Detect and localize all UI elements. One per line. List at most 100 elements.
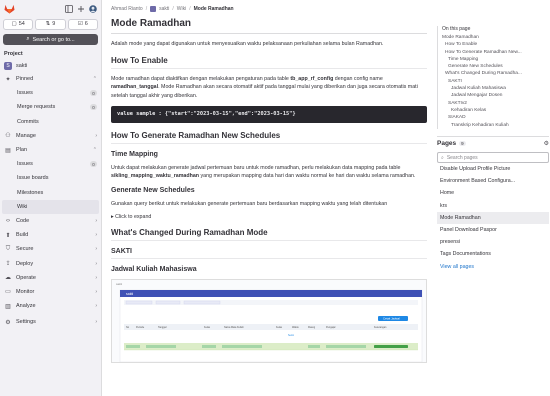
table-of-contents: On this page Mode Ramadhan How To Enable…: [437, 26, 547, 129]
breadcrumb-separator: /: [172, 5, 174, 12]
pages-header: Pages 9 ⚙: [437, 136, 549, 148]
breadcrumb-item[interactable]: Wiki: [177, 6, 186, 12]
toc-item[interactable]: SAKTIv2: [442, 100, 547, 107]
breadcrumb-item[interactable]: Ahmad Rianto: [111, 6, 143, 12]
text: Mode ramadhan dapat diaktifkan dengan me…: [111, 76, 291, 83]
rocket-icon: ⬆: [5, 232, 11, 239]
sidebar-item-commits[interactable]: Commits: [0, 115, 101, 129]
sidebar-item-issues-pinned[interactable]: Issues 0: [0, 86, 101, 100]
sidebar-item-settings[interactable]: ⚙ Settings ›: [0, 315, 101, 329]
search-icon: ⌕: [441, 154, 444, 161]
issues-counter[interactable]: ▢ 54: [3, 18, 34, 30]
pages-count-badge: 9: [459, 141, 466, 146]
toc-item[interactable]: Jadwal Mengajar Dosen: [442, 92, 547, 99]
breadcrumb-item[interactable]: sakti: [159, 6, 169, 12]
sidebar-project[interactable]: S sakti: [0, 59, 101, 72]
toc-item[interactable]: Generate New Schedules: [442, 63, 547, 70]
sidebar-toggle-icon[interactable]: [65, 4, 73, 13]
search-button-label: Search or go to...: [32, 36, 75, 43]
page-link[interactable]: presensi: [437, 236, 549, 248]
config-name: ramadhan_tanggal: [111, 84, 159, 91]
gitlab-logo-icon[interactable]: [4, 4, 15, 14]
plus-icon[interactable]: [77, 5, 85, 13]
heading-how-to-generate: How To Generate Ramadhan New Schedules: [111, 131, 427, 144]
sidebar-item-operate[interactable]: ☁ Operate ›: [0, 271, 101, 285]
breadcrumb-separator: /: [189, 5, 191, 12]
todos-counter[interactable]: ☑ 6: [67, 18, 98, 30]
issues-icon: ▢: [11, 21, 17, 27]
svg-text:Senin: Senin: [288, 334, 295, 337]
chevron-right-icon: ›: [95, 303, 97, 310]
sidebar-item-deploy[interactable]: ⇪ Deploy ›: [0, 256, 101, 270]
toc-item[interactable]: Mode Ramadhan: [442, 34, 547, 41]
sidebar-item-build[interactable]: ⬆ Build ›: [0, 228, 101, 242]
page-link[interactable]: krs: [437, 200, 549, 212]
sidebar-item-code[interactable]: ‹› Code ›: [0, 214, 101, 228]
sidebar-item-label: Wiki: [17, 203, 28, 210]
search-button[interactable]: ⌕ Search or go to...: [3, 34, 98, 45]
merge-requests-counter[interactable]: ⇅ 9: [35, 18, 66, 30]
svg-text:Waktu: Waktu: [292, 326, 299, 329]
page-link[interactable]: Environment Based Configura...: [437, 175, 549, 187]
sidebar-item-milestones[interactable]: Milestones: [0, 186, 101, 200]
page-title: Mode Ramadhan: [111, 18, 427, 34]
toc-item[interactable]: How To Generate Ramadhan New...: [442, 49, 547, 56]
toc-item[interactable]: Transkrip Kehadiran Kuliah: [442, 122, 547, 129]
heading-whats-changed: What's Changed During Ramadhan Mode: [111, 228, 427, 242]
text: yang merupakan mapping data hari dan wak…: [199, 173, 416, 180]
chevron-right-icon: ›: [95, 246, 97, 253]
svg-text:Kelas: Kelas: [276, 326, 283, 329]
embedded-screenshot[interactable]: sakti sakti Cetak Jadwal No Periode Tangga…: [111, 279, 427, 364]
pages-search-input[interactable]: ⌕ Search pages: [437, 152, 549, 163]
chevron-right-icon: ›: [95, 232, 97, 239]
chevron-right-icon: ›: [95, 319, 97, 326]
sidebar-item-wiki[interactable]: Wiki: [2, 199, 99, 214]
sidebar-item-label: Analyze: [16, 303, 36, 310]
sidebar-item-monitor[interactable]: ▭ Monitor ›: [0, 285, 101, 299]
svg-text:Pengajar: Pengajar: [326, 326, 336, 329]
toc-item[interactable]: How To Enable: [442, 41, 547, 48]
sidebar-item-issues[interactable]: Issues 0: [0, 157, 101, 171]
toc-item[interactable]: Kehadiran Kelas: [442, 107, 547, 114]
user-avatar-icon[interactable]: [89, 4, 97, 13]
page-link[interactable]: Panel Download Paspor: [437, 224, 549, 236]
page-link-active[interactable]: Mode Ramadhan: [437, 211, 549, 224]
toc-item[interactable]: SIAKAD: [442, 114, 547, 121]
toc-item[interactable]: SAKTI: [442, 78, 547, 85]
generate-paragraph: Gunakan query berikut untuk melakukan ge…: [111, 201, 388, 208]
sidebar-item-label: Settings: [16, 319, 36, 326]
page-link[interactable]: Tags Documentations: [437, 248, 549, 260]
sidebar-item-label: Merge requests: [17, 104, 56, 111]
toc-item[interactable]: Jadwal Kuliah Mahasiswa: [442, 85, 547, 92]
breadcrumb-current[interactable]: Mode Ramadhan: [194, 6, 234, 12]
chevron-up-icon: ⌃: [92, 76, 97, 83]
sidebar-item-analyze[interactable]: ▥ Analyze ›: [0, 299, 101, 313]
sidebar-item-manage[interactable]: ⚇ Manage ›: [0, 129, 101, 143]
intro-paragraph: Adalah mode yang dapat digunakan untuk m…: [111, 41, 384, 47]
sidebar-item-issue-boards[interactable]: Issue boards: [0, 171, 101, 185]
toc-item[interactable]: What's Changed During Ramadha...: [442, 70, 547, 77]
deploy-icon: ⇪: [5, 261, 11, 268]
view-all-pages-link[interactable]: View all pages: [437, 261, 549, 273]
page-link[interactable]: Home: [437, 187, 549, 199]
breadcrumb-separator: /: [145, 5, 148, 12]
svg-text:Kelas: Kelas: [204, 326, 211, 329]
text: dengan config name: [333, 76, 383, 83]
sidebar-item-plan[interactable]: ▤ Plan ⌃: [0, 143, 101, 157]
svg-text:Keterangan: Keterangan: [374, 326, 387, 329]
sidebar-item-merge-requests-pinned[interactable]: Merge requests 0: [0, 100, 101, 114]
click-to-expand-toggle[interactable]: ▸ Click to expand: [111, 214, 427, 220]
page-link[interactable]: Disable Upload Profile Picture: [437, 163, 549, 175]
sidebar-item-pinned[interactable]: ✦ Pinned ⌃: [0, 72, 101, 86]
screenshot-app-name: sakti: [126, 292, 133, 296]
code-icon: ‹›: [6, 217, 10, 224]
toc-item[interactable]: Time Mapping: [442, 56, 547, 63]
sidebar-item-secure[interactable]: ⛉ Secure ›: [0, 242, 101, 256]
pin-icon: ✦: [5, 76, 11, 83]
screenshot-button-label: Cetak Jadwal: [383, 317, 400, 321]
toc-title: On this page: [442, 26, 471, 32]
count-badge: 0: [90, 161, 97, 168]
settings-icon[interactable]: ⚙: [544, 140, 549, 147]
sidebar-item-label: Plan: [16, 147, 28, 154]
project-name: sakti: [16, 62, 28, 69]
